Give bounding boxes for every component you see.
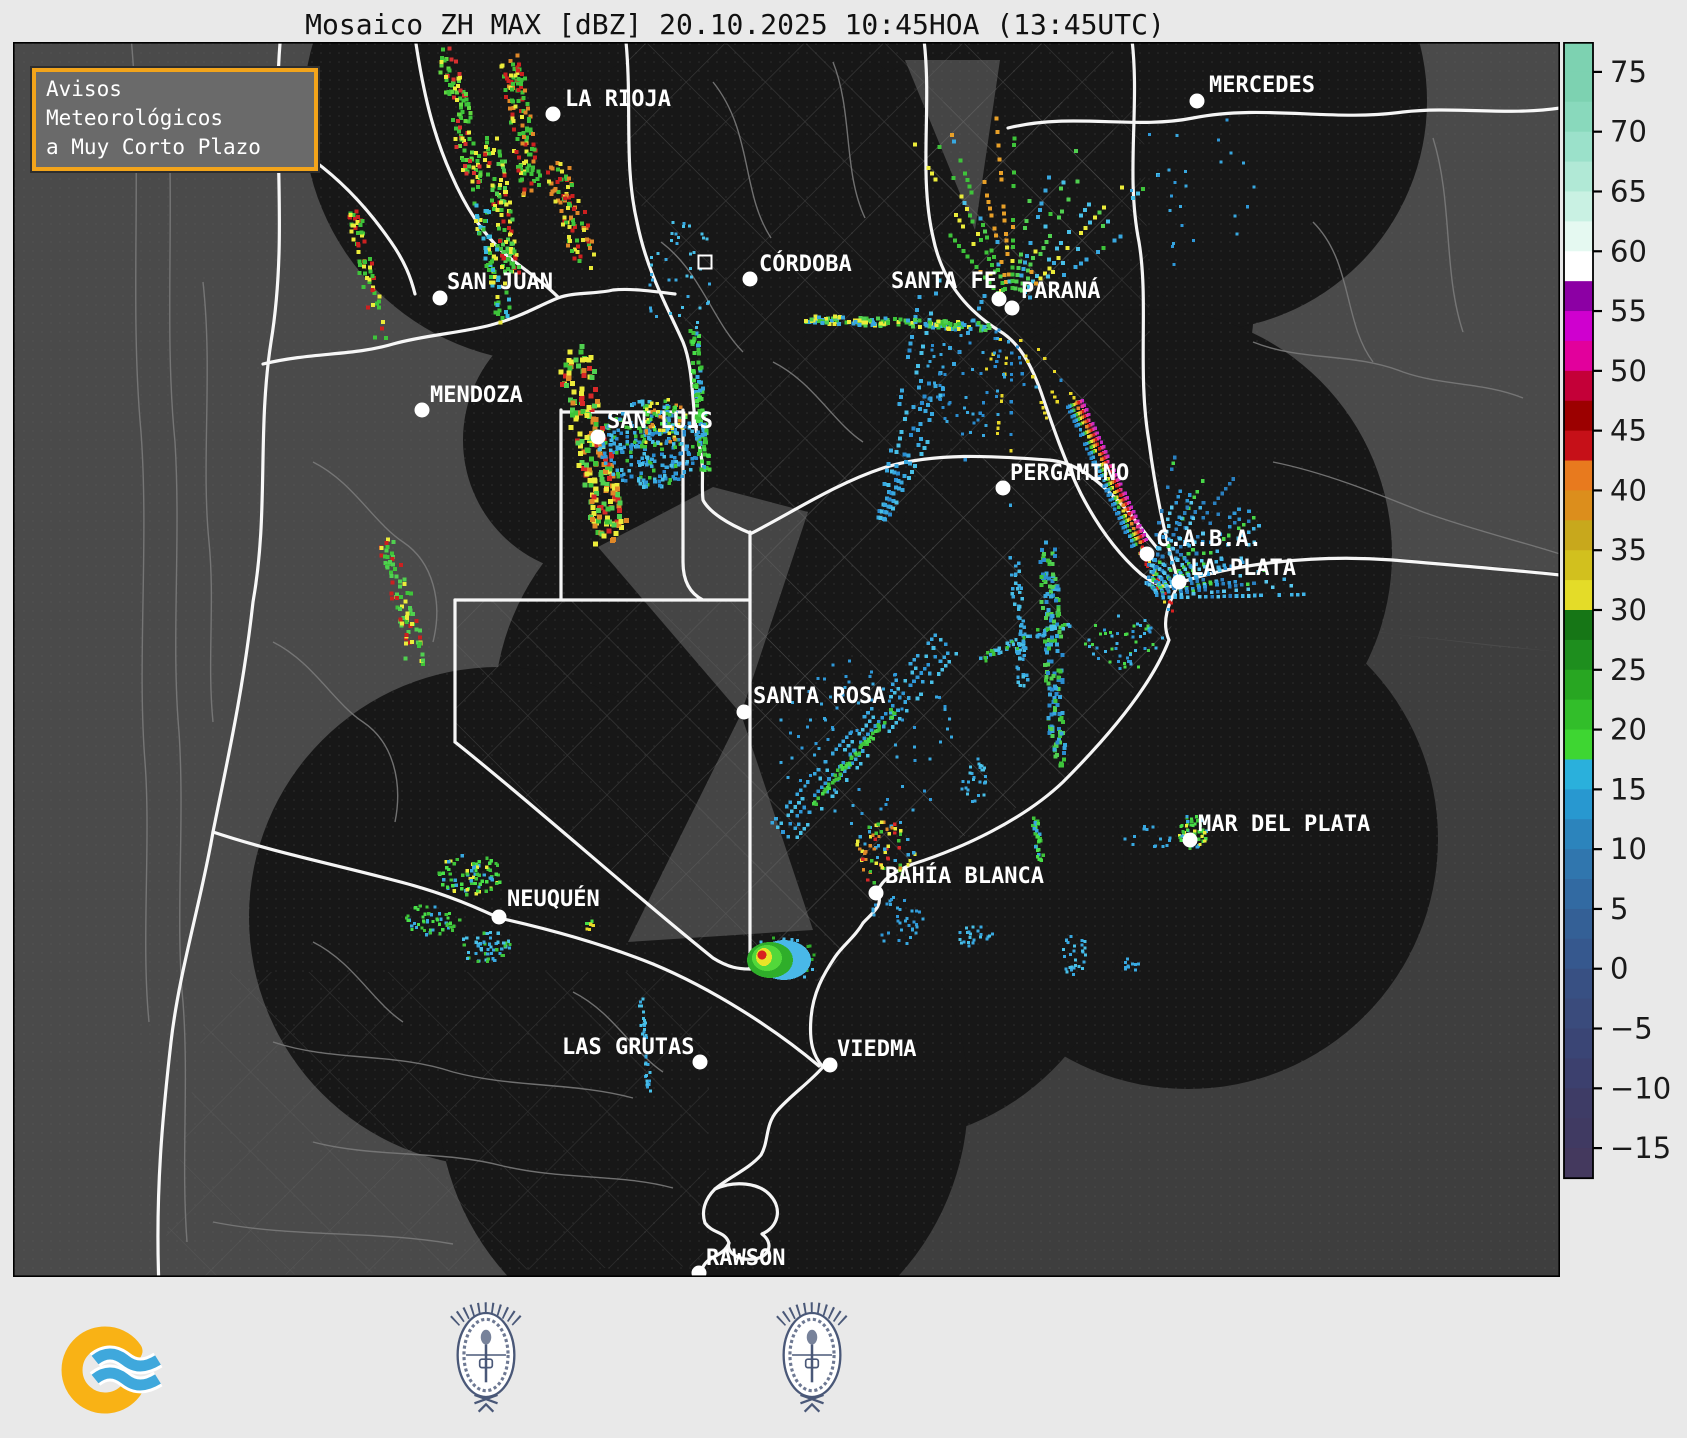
colorbar-tick-label: 30 <box>1610 593 1647 627</box>
colorbar-tick-label: 40 <box>1610 473 1647 507</box>
colorbar-tick-label: 25 <box>1610 653 1647 687</box>
defensa-crest <box>426 1285 546 1425</box>
city-marker <box>822 1057 838 1073</box>
colorbar-tick-label: 75 <box>1610 55 1647 89</box>
city-marker <box>1139 546 1155 562</box>
city-marker <box>742 271 758 287</box>
city-label: VIEDMA <box>837 1037 916 1062</box>
colorbar-tick-label: 45 <box>1610 414 1647 448</box>
radar-mosaic-figure: Mosaico ZH MAX [dBZ] 20.10.2025 10:45HOA… <box>0 0 1687 1438</box>
map-canvas: LA RIOJA MERCEDES SAN JUAN CÓRDOBA SANTA FE P… <box>13 42 1560 1277</box>
city-marker <box>491 909 507 925</box>
city-marker <box>1189 93 1205 109</box>
city-label: LA PLATA <box>1190 556 1296 581</box>
city-marker <box>736 704 752 720</box>
city-marker <box>995 480 1011 496</box>
colorbar-tick-label: 0 <box>1610 952 1628 986</box>
city-label: SANTA ROSA <box>753 684 885 709</box>
smn-logo <box>61 1326 163 1414</box>
city-label: RAWSON <box>706 1246 785 1271</box>
colorbar-tick-label: −5 <box>1610 1012 1653 1046</box>
city-label: NEUQUÉN <box>507 886 600 912</box>
colorbar-tick-label: 50 <box>1610 354 1647 388</box>
city-label: LA RIOJA <box>565 87 671 112</box>
city-marker <box>1004 300 1020 316</box>
footer: Servicio Meteorológico Nacional Argentin… <box>0 1277 1687 1438</box>
city-marker <box>414 402 430 418</box>
colorbar-tick-label: 60 <box>1610 234 1647 268</box>
city-label: SANTA FE <box>891 269 997 294</box>
city-marker <box>868 885 884 901</box>
colorbar-tick-label: −10 <box>1610 1071 1671 1105</box>
warning-line-1: Avisos Meteorológicos <box>46 77 224 130</box>
colorbar-tick-label: 20 <box>1610 713 1647 747</box>
city-marker <box>432 290 448 306</box>
warning-box: Avisos Meteorológicos a Muy Corto Plazo <box>30 66 320 173</box>
colorbar-tick-label: −15 <box>1610 1131 1671 1165</box>
city-marker <box>545 106 561 122</box>
city-marker <box>692 1054 708 1070</box>
city-label: C.A.B.A. <box>1156 527 1262 552</box>
colorbar-tick-label: 55 <box>1610 294 1647 328</box>
dbz-colorbar: 757065605550454035302520151050−5−10−15 <box>1563 42 1671 1180</box>
colorbar-tick-label: 10 <box>1610 832 1647 866</box>
city-label: BAHÍA BLANCA <box>885 863 1044 889</box>
colorbar-tick-label: 5 <box>1610 892 1628 926</box>
city-label: SAN JUAN <box>447 270 553 295</box>
city-label: PERGAMINO <box>1010 461 1129 486</box>
city-marker <box>590 429 606 445</box>
page-title: Mosaico ZH MAX [dBZ] 20.10.2025 10:45HOA… <box>305 8 1165 41</box>
city-label: MAR DEL PLATA <box>1198 812 1370 837</box>
warning-line-2: a Muy Corto Plazo <box>46 135 261 159</box>
city-label: MERCEDES <box>1209 73 1315 98</box>
economia-crest <box>752 1285 872 1425</box>
colorbar-tick-label: 65 <box>1610 174 1647 208</box>
city-marker <box>1182 832 1198 848</box>
colorbar-tick-label: 15 <box>1610 772 1647 806</box>
argentina-radar-map: LA RIOJA MERCEDES SAN JUAN CÓRDOBA SANTA FE P… <box>13 42 1560 1277</box>
city-label: SAN LUIS <box>607 409 713 434</box>
colorbar-tick-label: 70 <box>1610 115 1647 149</box>
city-label: MENDOZA <box>430 383 523 408</box>
city-label: CÓRDOBA <box>759 251 852 277</box>
colorbar-tick-label: 35 <box>1610 533 1647 567</box>
city-label: PARANÁ <box>1021 278 1100 304</box>
city-marker <box>1171 574 1187 590</box>
city-label: LAS GRUTAS <box>562 1035 694 1060</box>
